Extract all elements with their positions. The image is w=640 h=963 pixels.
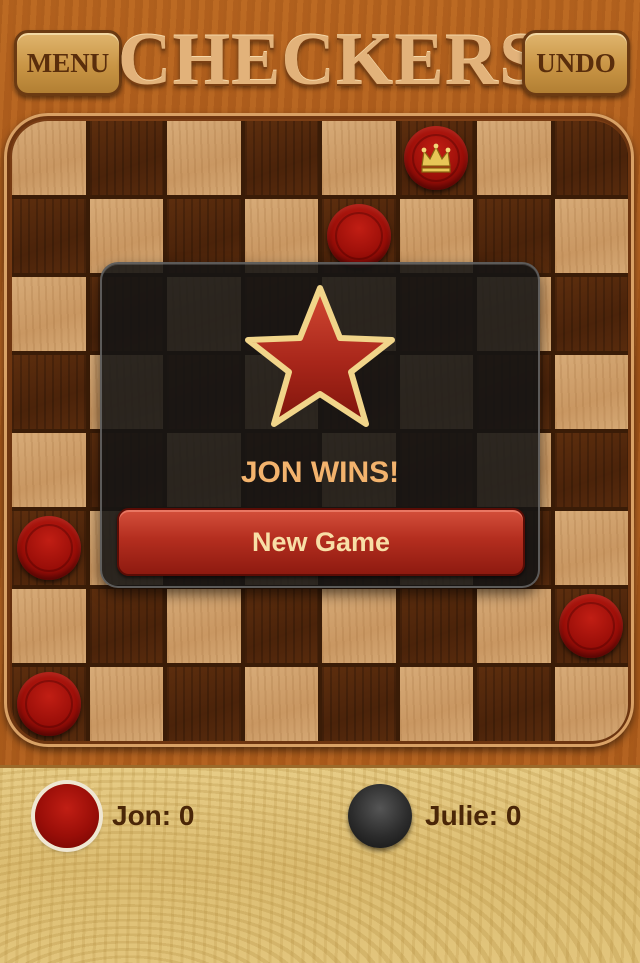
board-square[interactable] [89,667,163,741]
board-square[interactable] [12,199,86,273]
red-piece[interactable] [16,672,81,736]
board-square[interactable] [477,589,551,663]
new-game-button[interactable]: New Game [117,508,525,576]
game-over-dialog: JON WINS! New Game [100,262,540,588]
board-square[interactable] [89,121,163,195]
game-title: CHECKERS [118,19,542,101]
board-square[interactable] [167,667,241,741]
board-square[interactable] [322,589,396,663]
menu-button[interactable]: MENU [14,30,122,96]
player1-score: Jon: 0 [112,800,195,831]
board-square[interactable] [399,121,473,195]
board-square[interactable] [399,667,473,741]
red-piece[interactable] [16,516,81,580]
crown-icon [421,143,451,173]
board-square[interactable] [167,121,241,195]
board-square[interactable] [554,589,628,663]
board-square[interactable] [244,589,318,663]
board-square[interactable] [12,277,86,351]
board-square[interactable] [322,121,396,195]
board-square[interactable] [12,433,86,507]
top-bar: MENU CHECKERS UNDO [0,0,640,115]
board-square[interactable] [554,511,628,585]
board-square[interactable] [399,589,473,663]
board-square[interactable] [554,667,628,741]
board-square[interactable] [167,589,241,663]
board-square[interactable] [554,277,628,351]
board-square[interactable] [477,121,551,195]
winner-message: JON WINS! [240,456,400,489]
red-piece[interactable] [559,594,624,658]
player2-disc [348,784,412,848]
player1-disc [35,784,99,848]
board-square[interactable] [477,667,551,741]
board-square[interactable] [554,199,628,273]
board-square[interactable] [12,589,86,663]
board-square[interactable] [12,511,86,585]
board-square[interactable] [89,589,163,663]
player2-score: Julie: 0 [425,800,522,831]
score-bar: Jon: 0 Julie: 0 [0,765,640,963]
red-king-piece[interactable] [404,126,469,190]
red-piece[interactable] [326,204,391,268]
board-square[interactable] [554,355,628,429]
star-icon [245,285,395,427]
board-square[interactable] [12,355,86,429]
board-square[interactable] [554,433,628,507]
board-square[interactable] [554,121,628,195]
board-square[interactable] [12,121,86,195]
board-square[interactable] [244,667,318,741]
board-square[interactable] [244,121,318,195]
undo-button[interactable]: UNDO [522,30,630,96]
board-square[interactable] [12,667,86,741]
board-square[interactable] [322,667,396,741]
